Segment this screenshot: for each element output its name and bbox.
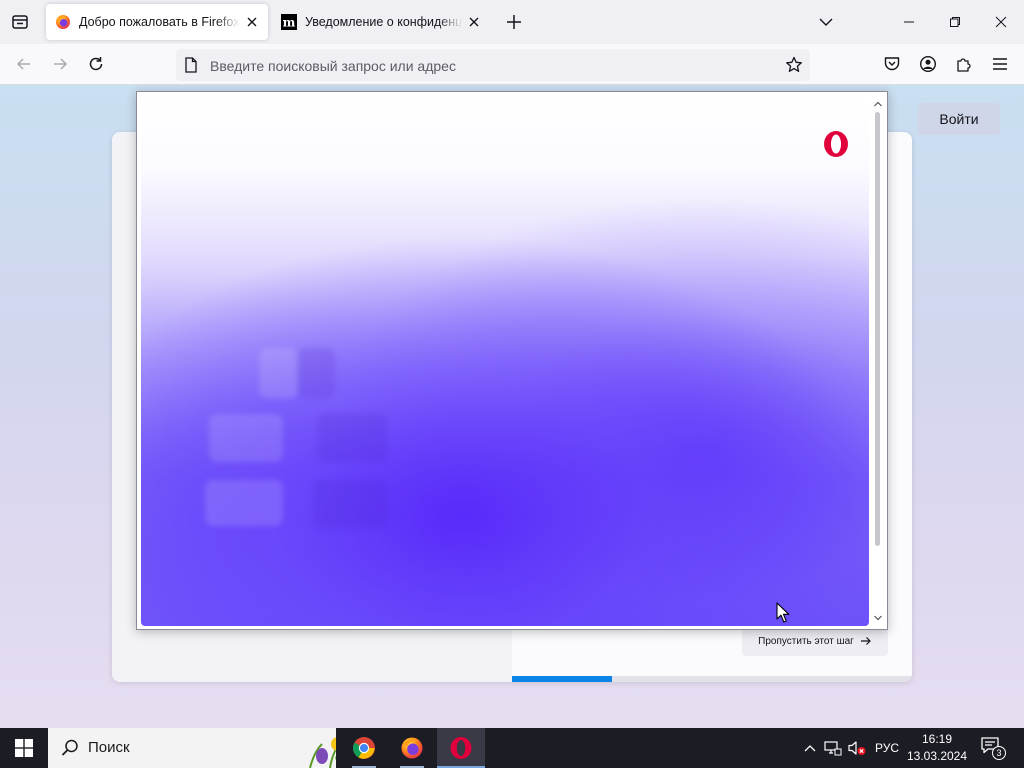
notification-count-badge: 3 <box>992 746 1006 760</box>
skip-step-button[interactable]: Пропустить этот шаг <box>742 626 888 656</box>
forward-button[interactable] <box>48 52 72 76</box>
skip-step-label: Пропустить этот шаг <box>758 635 854 647</box>
faded-tile <box>209 414 283 462</box>
chrome-icon <box>353 737 375 759</box>
minimize-icon <box>904 21 914 23</box>
search-icon <box>61 739 78 756</box>
reload-icon <box>89 57 103 71</box>
taskbar-search[interactable]: Поиск <box>48 728 336 768</box>
opera-installer-window <box>136 91 888 630</box>
firefox-icon <box>56 15 70 29</box>
mozilla-m-icon: m <box>281 14 297 30</box>
list-all-tabs-icon <box>819 18 833 26</box>
restore-icon <box>950 17 960 27</box>
tab-title: Добро пожаловать в Firefox <box>79 15 240 29</box>
scroll-up-icon[interactable] <box>872 98 884 110</box>
show-hidden-icons[interactable] <box>800 728 820 768</box>
firefox-view-button[interactable] <box>8 10 32 34</box>
spring-flowers-icon <box>309 737 336 768</box>
forward-icon <box>54 58 68 70</box>
faded-tile <box>205 480 283 526</box>
pocket-icon <box>884 57 900 71</box>
pocket-button[interactable] <box>880 52 904 76</box>
close-window-button[interactable] <box>989 10 1013 34</box>
list-all-tabs-button[interactable] <box>814 10 838 34</box>
url-input[interactable]: Введите поисковый запрос или адрес <box>210 58 456 74</box>
onboarding-progress-fill <box>512 676 612 682</box>
firefox-icon <box>401 737 423 759</box>
back-button[interactable] <box>12 52 36 76</box>
menu-icon <box>993 58 1007 70</box>
taskbar: Поиск РУС 16:19 13.03.2024 3 <box>0 728 1024 768</box>
taskbar-chrome[interactable] <box>340 728 388 768</box>
installer-scrollbar[interactable] <box>871 96 885 626</box>
new-tab-icon <box>507 15 521 29</box>
network-status[interactable] <box>822 728 844 768</box>
tab-welcome-firefox[interactable]: Добро пожаловать в Firefox <box>46 4 268 40</box>
faded-tile <box>313 480 387 528</box>
close-window-icon <box>995 16 1007 28</box>
back-icon <box>16 58 30 70</box>
faded-tile <box>317 414 387 462</box>
opera-icon <box>450 737 472 759</box>
network-icon <box>824 741 842 756</box>
account-button[interactable] <box>916 52 940 76</box>
page-icon <box>185 57 197 73</box>
account-icon <box>919 55 937 73</box>
tab-list-icon <box>12 15 28 29</box>
search-label: Поиск <box>88 739 130 756</box>
arrow-right-icon <box>860 637 871 645</box>
clock-date: 13.03.2024 <box>906 749 968 763</box>
scrollbar-thumb[interactable] <box>875 112 880 546</box>
windows-logo-icon <box>15 739 33 757</box>
volume-control[interactable] <box>846 728 868 768</box>
taskbar-opera[interactable] <box>437 728 485 768</box>
minimize-button[interactable] <box>897 10 921 34</box>
new-tab-button[interactable] <box>502 10 526 34</box>
restore-button[interactable] <box>943 10 967 34</box>
scroll-down-icon[interactable] <box>872 612 884 624</box>
installer-splash <box>141 96 869 626</box>
login-button[interactable]: Войти <box>918 103 1000 135</box>
bookmark-star-icon[interactable] <box>784 55 804 75</box>
url-bar[interactable]: Введите поисковый запрос или адрес <box>176 49 810 81</box>
close-tab-icon[interactable] <box>462 10 486 34</box>
taskbar-firefox[interactable] <box>388 728 436 768</box>
tab-title: Уведомление о конфиденциальности <box>305 15 462 29</box>
notification-center-button[interactable]: 3 <box>980 736 1006 760</box>
reload-button[interactable] <box>84 52 108 76</box>
input-language[interactable]: РУС <box>870 728 904 768</box>
svg-text:m: m <box>283 16 296 30</box>
navigation-toolbar: Введите поисковый запрос или адрес <box>0 44 1024 85</box>
extensions-button[interactable] <box>952 52 976 76</box>
mouse-cursor-icon <box>776 602 790 623</box>
tab-strip: Добро пожаловать в Firefox m Уведомление… <box>0 0 1024 44</box>
tab-privacy-notice[interactable]: m Уведомление о конфиденциальности <box>272 4 490 40</box>
volume-muted-icon <box>848 741 866 755</box>
app-menu-button[interactable] <box>988 52 1012 76</box>
extensions-icon <box>957 58 971 72</box>
onboarding-progress <box>512 676 912 682</box>
faded-tile <box>259 348 299 398</box>
system-clock[interactable]: 16:19 13.03.2024 <box>904 731 970 765</box>
chevron-up-icon <box>804 745 816 752</box>
opera-logo-icon <box>824 131 848 157</box>
faded-tile <box>297 348 335 398</box>
close-tab-icon[interactable] <box>240 10 264 34</box>
clock-time: 16:19 <box>921 732 953 746</box>
start-button[interactable] <box>0 728 48 768</box>
